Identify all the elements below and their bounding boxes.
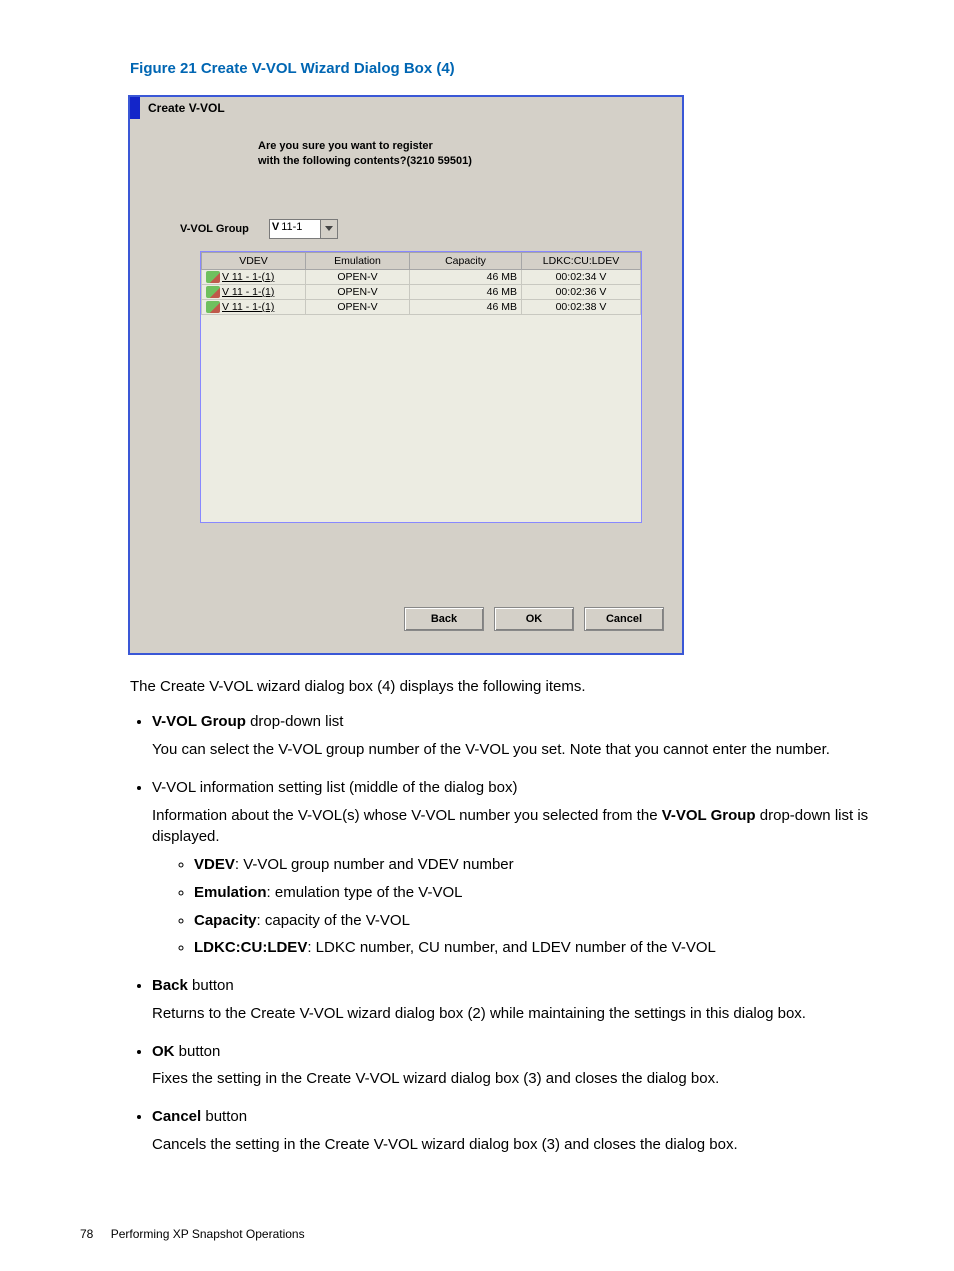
sub-bold: Emulation [194, 884, 267, 901]
cell-vdev: V 11 - 1-(1) [222, 301, 274, 313]
vvol-group-label: V-VOL Group [180, 223, 249, 235]
table-row[interactable]: V 11 - 1-(1) OPEN-V 46 MB 00:02:36 V [202, 284, 641, 299]
sub-rest: : emulation type of the V-VOL [267, 884, 463, 901]
cell-ldev: 00:02:38 V [522, 300, 641, 315]
back-button[interactable]: Back [404, 607, 484, 631]
item-head-rest: button [175, 1043, 221, 1060]
volume-icon [206, 271, 220, 283]
cell-ldev: 00:02:36 V [522, 284, 641, 299]
item-body: Cancels the setting in the Create V-VOL … [152, 1134, 884, 1156]
intro-text: The Create V-VOL wizard dialog box (4) d… [130, 677, 884, 697]
cell-capacity: 46 MB [410, 284, 522, 299]
create-vvol-dialog: Create V-VOL Are you sure you want to re… [128, 95, 684, 655]
vvol-table: VDEV Emulation Capacity LDKC:CU:LDEV V 1… [201, 252, 641, 316]
item-body: You can select the V-VOL group number of… [152, 739, 884, 761]
item-body: Fixes the setting in the Create V-VOL wi… [152, 1068, 884, 1090]
col-capacity[interactable]: Capacity [410, 252, 522, 269]
sub-rest: : V-VOL group number and VDEV number [235, 856, 514, 873]
cell-emulation: OPEN-V [306, 300, 410, 315]
col-vdev[interactable]: VDEV [202, 252, 306, 269]
vvol-table-wrapper: VDEV Emulation Capacity LDKC:CU:LDEV V 1… [200, 251, 642, 523]
item-body-bold: V-VOL Group [662, 807, 756, 824]
cell-ldev: 00:02:34 V [522, 269, 641, 284]
vvol-group-dropdown[interactable]: V 11-1 [269, 219, 339, 239]
cell-vdev: V 11 - 1-(1) [222, 286, 274, 298]
item-head-bold: Back [152, 977, 188, 994]
table-row[interactable]: V 11 - 1-(1) OPEN-V 46 MB 00:02:38 V [202, 300, 641, 315]
page-number: 78 [80, 1227, 93, 1241]
item-list: V-VOL Group drop-down list You can selec… [130, 711, 884, 1155]
item-head-rest: drop-down list [246, 713, 344, 730]
item-head-bold: Cancel [152, 1108, 201, 1125]
col-ldev[interactable]: LDKC:CU:LDEV [522, 252, 641, 269]
confirm-prompt: Are you sure you want to register with t… [258, 139, 682, 169]
prompt-line-2: with the following contents?(3210 59501) [258, 155, 472, 167]
chevron-down-icon [325, 226, 333, 231]
table-row[interactable]: V 11 - 1-(1) OPEN-V 46 MB 00:02:34 V [202, 269, 641, 284]
sub-bold: Capacity [194, 912, 257, 929]
list-item: VDEV: V-VOL group number and VDEV number [194, 854, 884, 876]
item-head-rest: button [188, 977, 234, 994]
volume-icon [206, 301, 220, 313]
cancel-button[interactable]: Cancel [584, 607, 664, 631]
ok-button[interactable]: OK [494, 607, 574, 631]
list-item: Cancel button Cancels the setting in the… [152, 1106, 884, 1156]
list-item: Emulation: emulation type of the V-VOL [194, 882, 884, 904]
dropdown-value: 11-1 [281, 220, 320, 238]
list-item: V-VOL information setting list (middle o… [152, 777, 884, 959]
item-body-pre: Information about the V-VOL(s) whose V-V… [152, 807, 662, 824]
item-head-bold: V-VOL Group [152, 713, 246, 730]
volume-icon [206, 286, 220, 298]
list-item: OK button Fixes the setting in the Creat… [152, 1041, 884, 1091]
dialog-title: Create V-VOL [148, 101, 225, 115]
title-marker [130, 97, 140, 119]
item-head-bold: OK [152, 1043, 175, 1060]
item-body: Returns to the Create V-VOL wizard dialo… [152, 1003, 884, 1025]
list-item: V-VOL Group drop-down list You can selec… [152, 711, 884, 761]
item-head: V-VOL information setting list (middle o… [152, 779, 517, 796]
sub-list: VDEV: V-VOL group number and VDEV number… [172, 854, 884, 959]
cell-emulation: OPEN-V [306, 284, 410, 299]
cell-capacity: 46 MB [410, 269, 522, 284]
item-head-rest: button [201, 1108, 247, 1125]
prompt-line-1: Are you sure you want to register [258, 140, 433, 152]
item-body: Information about the V-VOL(s) whose V-V… [152, 805, 884, 849]
col-emulation[interactable]: Emulation [306, 252, 410, 269]
section-title: Performing XP Snapshot Operations [111, 1227, 305, 1241]
cell-capacity: 46 MB [410, 300, 522, 315]
sub-bold: VDEV [194, 856, 235, 873]
list-item: Back button Returns to the Create V-VOL … [152, 975, 884, 1025]
list-item: Capacity: capacity of the V-VOL [194, 910, 884, 932]
sub-bold: LDKC:CU:LDEV [194, 939, 307, 956]
sub-rest: : capacity of the V-VOL [257, 912, 410, 929]
dropdown-button[interactable] [320, 220, 337, 238]
page-footer: 78 Performing XP Snapshot Operations [80, 1227, 305, 1241]
cell-emulation: OPEN-V [306, 269, 410, 284]
list-item: LDKC:CU:LDEV: LDKC number, CU number, an… [194, 937, 884, 959]
cell-vdev: V 11 - 1-(1) [222, 271, 274, 283]
figure-caption: Figure 21 Create V-VOL Wizard Dialog Box… [130, 60, 884, 77]
sub-rest: : LDKC number, CU number, and LDEV numbe… [307, 939, 716, 956]
dropdown-prefix: V [270, 220, 281, 238]
